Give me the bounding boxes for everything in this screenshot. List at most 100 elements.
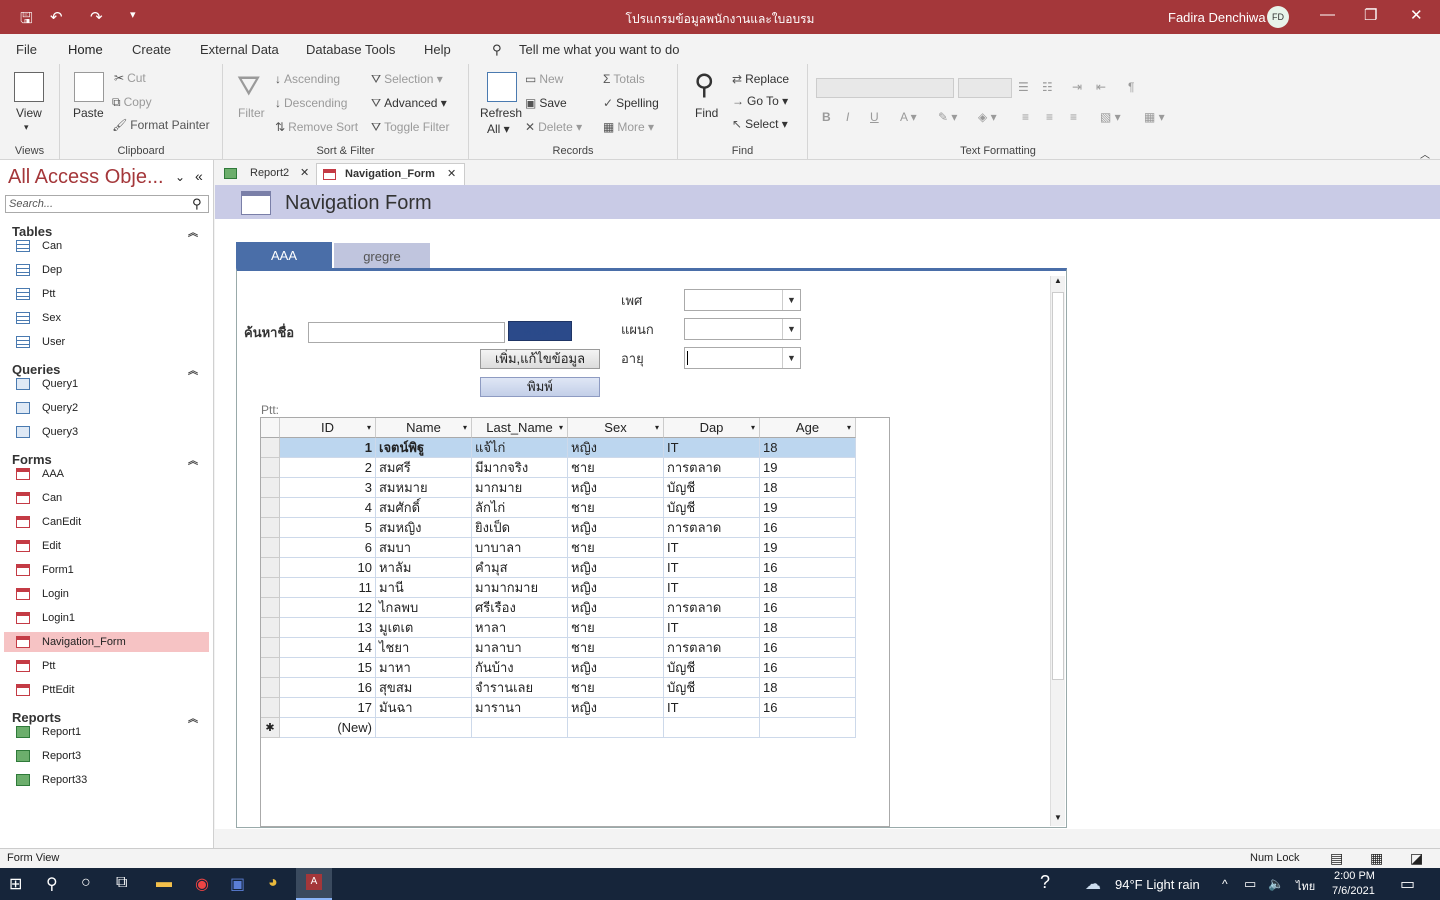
bold-icon[interactable]: B <box>822 110 831 124</box>
cell-sex[interactable]: หญิง <box>568 478 664 498</box>
close-icon[interactable]: ✕ <box>1410 6 1423 24</box>
paragraph-icon[interactable]: ¶ <box>1128 80 1134 94</box>
cell-dap[interactable]: IT <box>664 698 760 718</box>
record-selector[interactable] <box>261 458 280 478</box>
cell-dap[interactable]: IT <box>664 438 760 458</box>
fill-color-icon[interactable]: ◈ ▾ <box>978 110 997 124</box>
notification-icon[interactable]: ▭ <box>1400 874 1415 894</box>
cell-sex[interactable]: ชาย <box>568 458 664 478</box>
remove-sort-button[interactable]: ⇅ Remove Sort <box>275 120 358 134</box>
align-right-icon[interactable]: ≡ <box>1070 110 1077 124</box>
cell-last-name[interactable]: ศรีเรือง <box>472 598 568 618</box>
table-row[interactable]: 1 เจตน์พิฐู แจ้ไก่ หญิง IT 18 <box>261 438 856 458</box>
cell-dap[interactable]: IT <box>664 618 760 638</box>
column-header-dap[interactable]: Dap ▾ <box>664 418 760 438</box>
font-size-combo[interactable] <box>958 78 1012 98</box>
goto-button[interactable]: → Go To ▾ <box>732 94 788 108</box>
cell-id[interactable]: 4 <box>280 498 376 518</box>
font-color-icon[interactable]: A ▾ <box>900 110 917 124</box>
cell-name[interactable]: สมบา <box>376 538 472 558</box>
view-button[interactable]: View <box>16 106 42 120</box>
chevron-down-icon[interactable]: ▾ <box>24 122 29 133</box>
column-header-age[interactable]: Age ▾ <box>760 418 856 438</box>
cell-name[interactable]: ไกลพบ <box>376 598 472 618</box>
tell-me-box[interactable]: Tell me what you want to do <box>519 42 679 57</box>
table-row[interactable]: 14 ไชยา มาลาบา ชาย การตลาด 16 <box>261 638 856 658</box>
cell-age[interactable]: 19 <box>760 498 856 518</box>
cell-last-name[interactable]: คำมุส <box>472 558 568 578</box>
nav-item-aaa[interactable]: AAA <box>0 464 209 484</box>
cell-last-name[interactable]: มารานา <box>472 698 568 718</box>
cell-age[interactable]: 18 <box>760 678 856 698</box>
collapse-pane-icon[interactable]: « <box>195 168 203 184</box>
chrome-icon[interactable]: ◕ <box>268 874 278 892</box>
cell-name[interactable]: มานี <box>376 578 472 598</box>
new-record-button[interactable]: ▭ New <box>525 72 563 86</box>
cell-sex[interactable]: หญิง <box>568 438 664 458</box>
nav-item-query3[interactable]: Query3 <box>0 422 209 442</box>
weather-text[interactable]: 94°F Light rain <box>1115 877 1200 892</box>
cell-age[interactable]: 19 <box>760 458 856 478</box>
table-row[interactable]: 13 มูเตเต หาลา ชาย IT 18 <box>261 618 856 638</box>
edit-data-button[interactable]: เพิ่ม,แก้ไขข้อมูล <box>480 349 600 369</box>
totals-button[interactable]: Σ Totals <box>603 72 645 86</box>
cell-last-name[interactable] <box>472 718 568 738</box>
nav-item-report33[interactable]: Report33 <box>0 770 209 790</box>
nav-item-canedit[interactable]: CanEdit <box>0 512 209 532</box>
cell-name[interactable]: มูเตเต <box>376 618 472 638</box>
outdent-icon[interactable]: ⇤ <box>1096 80 1106 94</box>
collapse-ribbon-icon[interactable]: ︿ <box>1420 146 1430 161</box>
nav-tab-gregre[interactable]: gregre <box>334 243 430 269</box>
descending-button[interactable]: ↓ Descending <box>275 96 347 110</box>
language-indicator[interactable]: ไทย <box>1296 877 1315 895</box>
column-dropdown-icon[interactable]: ▾ <box>751 418 755 437</box>
cell-dap[interactable]: IT <box>664 538 760 558</box>
delete-record-button[interactable]: ✕ Delete ▾ <box>525 120 582 134</box>
toggle-filter-button[interactable]: ⛛ Toggle Filter <box>371 120 449 135</box>
table-row[interactable]: 15 มาหา กันบ้าง หญิง บัญชี 16 <box>261 658 856 678</box>
replace-button[interactable]: ⇄ Replace <box>732 72 789 86</box>
record-selector[interactable] <box>261 678 280 698</box>
cell-name[interactable] <box>376 718 472 738</box>
cell-age[interactable]: 18 <box>760 578 856 598</box>
cell-sex[interactable]: หญิง <box>568 598 664 618</box>
cell-id[interactable]: 1 <box>280 438 376 458</box>
user-name[interactable]: Fadira Denchiwa <box>1168 10 1266 25</box>
column-header-sex[interactable]: Sex ▾ <box>568 418 664 438</box>
ascending-button[interactable]: ↓ Ascending <box>275 72 340 86</box>
cell-dap[interactable]: การตลาด <box>664 638 760 658</box>
nav-item-sex[interactable]: Sex <box>0 308 209 328</box>
paste-icon[interactable] <box>74 72 104 102</box>
refresh-icon[interactable] <box>487 72 517 102</box>
advanced-button[interactable]: ⛛ Advanced ▾ <box>371 96 447 111</box>
filter-icon[interactable]: ⛛ <box>237 70 261 103</box>
cell-name[interactable]: สุขสม <box>376 678 472 698</box>
cell-sex[interactable]: หญิง <box>568 518 664 538</box>
nav-item-can[interactable]: Can <box>0 488 209 508</box>
cell-dap[interactable]: IT <box>664 558 760 578</box>
search-name-input[interactable] <box>308 322 505 343</box>
cell-age[interactable]: 16 <box>760 518 856 538</box>
table-row[interactable]: 5 สมหญิง ยิงเป็ด หญิง การตลาด 16 <box>261 518 856 538</box>
record-selector[interactable] <box>261 518 280 538</box>
record-selector[interactable] <box>261 618 280 638</box>
cell-dap[interactable]: IT <box>664 578 760 598</box>
scroll-thumb[interactable] <box>1052 292 1064 680</box>
cell-age[interactable]: 18 <box>760 618 856 638</box>
nav-item-user[interactable]: User <box>0 332 209 352</box>
cell-last-name[interactable]: มาลาบา <box>472 638 568 658</box>
cell-last-name[interactable]: มากมาย <box>472 478 568 498</box>
chevron-down-icon[interactable]: ▼ <box>782 319 800 339</box>
nav-item-report3[interactable]: Report3 <box>0 746 209 766</box>
cell-id[interactable]: 10 <box>280 558 376 578</box>
view-icon[interactable] <box>14 72 44 102</box>
cell-last-name[interactable]: ลักไก่ <box>472 498 568 518</box>
gender-combo[interactable]: ▼ <box>684 289 801 311</box>
spelling-button[interactable]: ✓ Spelling <box>603 96 659 110</box>
menu-create[interactable]: Create <box>132 42 171 57</box>
cell-name[interactable]: ไชยา <box>376 638 472 658</box>
menu-file[interactable]: File <box>16 42 37 57</box>
cell-dap[interactable]: การตลาด <box>664 458 760 478</box>
search-icon[interactable]: ⚲ <box>46 874 58 894</box>
cell-last-name[interactable]: จำรานเลย <box>472 678 568 698</box>
